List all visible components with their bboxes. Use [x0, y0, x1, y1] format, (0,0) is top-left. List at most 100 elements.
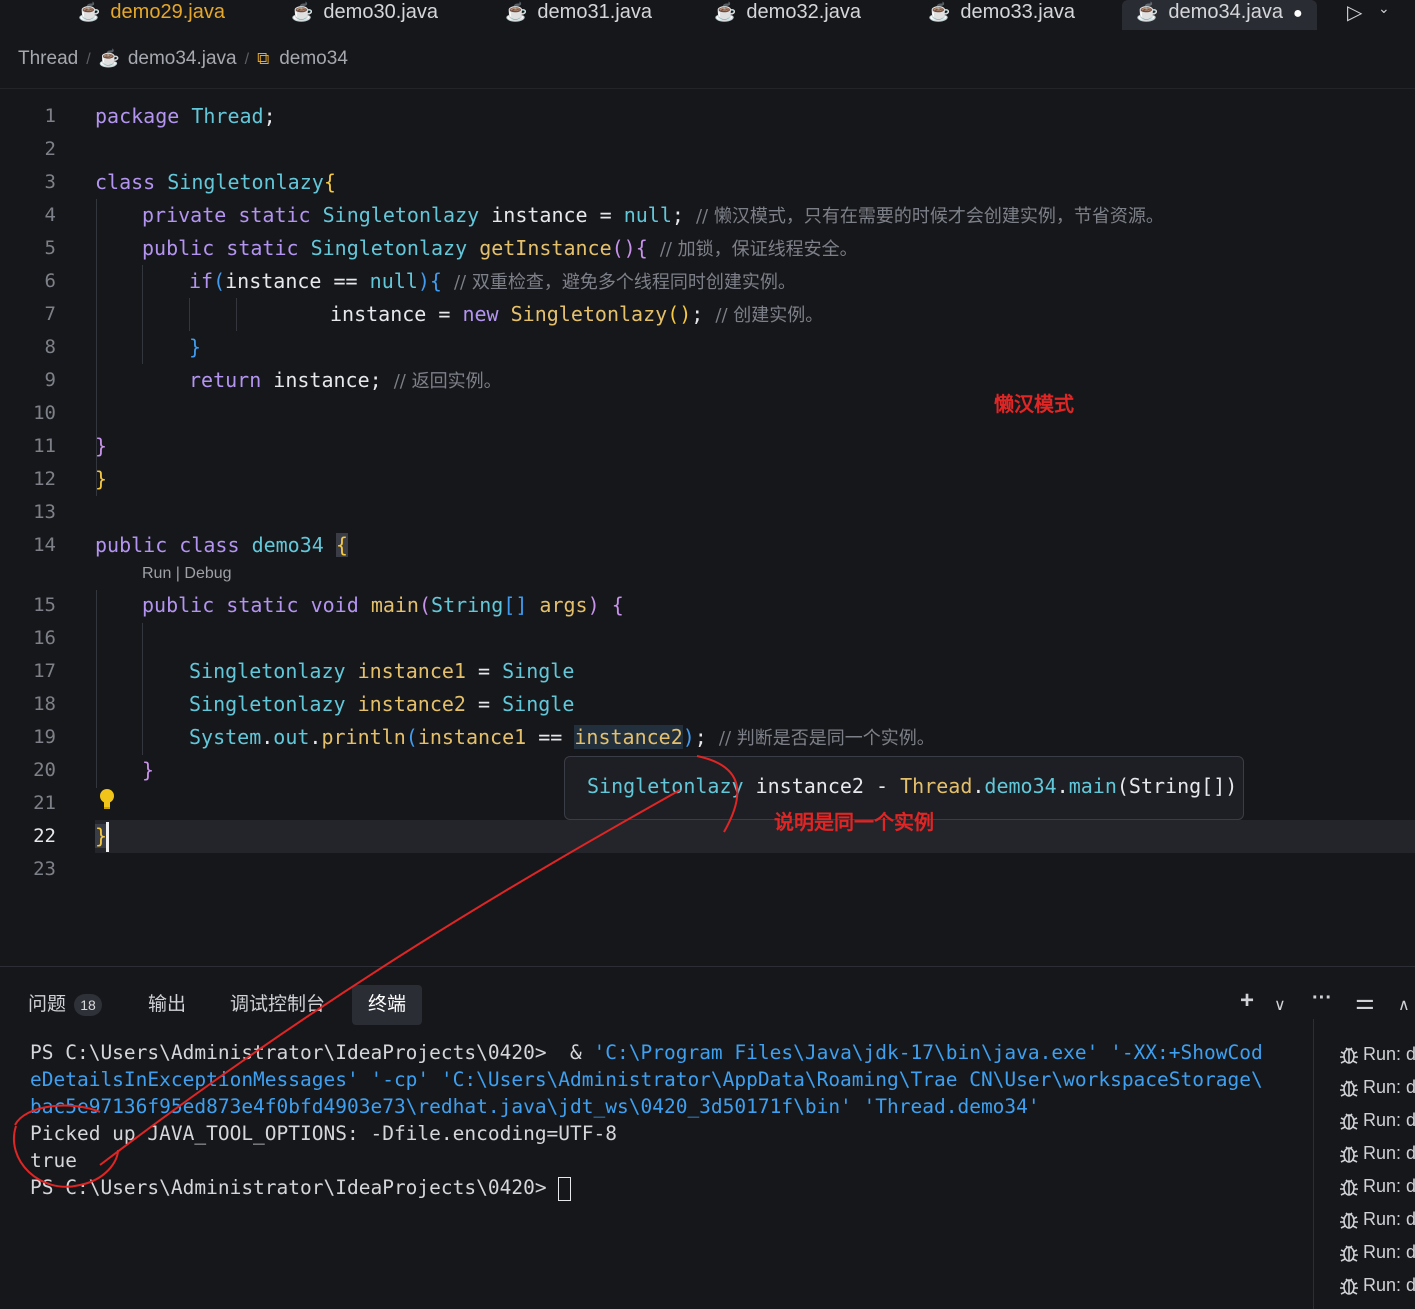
comment: // 双重检查，避免多个线程同时创建实例。 [453, 272, 796, 293]
java-file-icon: ☕ [78, 2, 101, 22]
tab-demo30[interactable]: ☕ demo30.java [291, 0, 438, 30]
brace: { [335, 533, 348, 557]
paren: ) [682, 725, 695, 749]
class-name: Singletonlazy [167, 170, 324, 194]
run-terminal-item[interactable]: Run: d [1338, 1044, 1415, 1066]
line-number: 6 [44, 270, 56, 292]
run-terminal-item[interactable]: Run: d [1338, 1077, 1415, 1099]
comment: // 判断是否是同一个实例。 [718, 728, 935, 749]
tab-problems-label: 问题 [28, 994, 67, 1015]
variable: instance1 [417, 725, 527, 749]
unsaved-dot-icon[interactable]: ● [1293, 5, 1303, 22]
tab-demo34[interactable]: ☕ demo34.java ● [1122, 0, 1317, 30]
current-line-highlight [95, 820, 1415, 853]
code-line-12: } [95, 463, 107, 496]
keyword: private [142, 203, 227, 227]
hover-type: Singletonlazy [587, 774, 744, 798]
java-file-icon: ☕ [714, 2, 737, 22]
paren: ( [418, 593, 432, 617]
hover-dot: . [972, 774, 985, 798]
breadcrumb-symbol[interactable]: demo34 [279, 48, 348, 69]
annotation-lazy-mode: 懒汉模式 [994, 394, 1074, 416]
tab-debug-console[interactable]: 调试控制台 [230, 985, 325, 1025]
run-terminal-item[interactable]: Run: d [1338, 1110, 1415, 1132]
code-line-9: return instance; // 返回实例。 [189, 364, 502, 398]
line-number: 13 [33, 501, 56, 523]
variable: instance2 [357, 692, 466, 716]
breadcrumb-folder[interactable]: Thread [18, 48, 78, 69]
line-number: 21 [33, 792, 56, 814]
code-line-17: Singletonlazy instance1 = Single [189, 655, 574, 688]
run-terminal-item[interactable]: Run: d [1338, 1209, 1415, 1231]
codelens-run-debug[interactable]: Run | Debug [142, 565, 232, 583]
java-file-icon: ☕ [505, 2, 528, 22]
tab-demo31[interactable]: ☕ demo31.java [505, 0, 652, 30]
indent-guide [236, 298, 237, 331]
line-number: 7 [44, 303, 56, 325]
chevron-down-icon[interactable]: ∨ [1274, 995, 1286, 1015]
new-terminal-icon[interactable]: + [1240, 987, 1254, 1015]
run-terminal-item[interactable]: Run: d [1338, 1275, 1415, 1297]
tab-label: demo30.java [323, 1, 438, 23]
keyword: void [310, 593, 359, 617]
breadcrumb: Thread / ☕ demo34.java / ⧉ demo34 [18, 48, 348, 74]
line-number: 12 [33, 468, 56, 490]
operator: = [478, 692, 491, 716]
tab-problems[interactable]: 问题 18 [28, 985, 103, 1025]
keyword: public [142, 593, 215, 617]
operator: == [333, 269, 358, 293]
keyword: new [462, 302, 499, 326]
tab-demo32[interactable]: ☕ demo32.java [714, 0, 861, 30]
paren: () [667, 302, 692, 326]
tab-demo33[interactable]: ☕ demo33.java [928, 0, 1075, 30]
class-symbol-icon: ⧉ [257, 49, 270, 68]
line-number: 19 [33, 726, 56, 748]
terminal-string: 'C:\Program Files\Java\jdk-17\bin\java.e… [593, 1041, 1263, 1064]
layout-icon[interactable]: ⚌ [1355, 989, 1375, 1015]
line-number: 1 [44, 105, 56, 127]
operator: = [599, 203, 612, 227]
run-terminal-item[interactable]: Run: d [1338, 1176, 1415, 1198]
tab-output[interactable]: 输出 [148, 985, 186, 1025]
run-icon[interactable]: ▷ [1347, 0, 1362, 25]
punctuation: ; [369, 368, 382, 392]
terminal-output[interactable]: PS C:\Users\Administrator\IdeaProjects\0… [30, 1039, 1300, 1201]
line-number: 11 [33, 435, 56, 457]
collapse-panel-icon[interactable]: ∧ [1398, 995, 1410, 1015]
brace: } [95, 434, 108, 458]
text-caret [106, 822, 109, 852]
brace: { [323, 170, 336, 194]
line-number: 10 [33, 402, 56, 424]
code-line-8: } [189, 331, 201, 364]
terminal-prompt: PS C:\Users\Administrator\IdeaProjects\0… [30, 1041, 594, 1064]
more-icon[interactable]: ··· [1312, 987, 1332, 1010]
divider [0, 88, 1415, 89]
breadcrumb-file[interactable]: demo34.java [128, 48, 237, 69]
code-line-6: if(instance == null){ // 双重检查，避免多个线程同时创建… [189, 265, 796, 299]
parameter: args [539, 593, 588, 617]
keyword: static [238, 203, 311, 227]
type: Singletonlazy [310, 236, 468, 260]
code-line-7: instance = new Singletonlazy(); // 创建实例。 [330, 298, 823, 332]
keyword: public [95, 533, 168, 557]
debug-bug-icon [1340, 1245, 1358, 1263]
tab-label: demo34.java [1168, 1, 1283, 23]
punctuation: ; [671, 203, 684, 227]
identifier: Thread [191, 104, 264, 128]
run-terminal-item[interactable]: Run: d [1338, 1242, 1415, 1264]
run-terminal-item[interactable]: Run: d [1338, 1143, 1415, 1165]
brace: } [142, 758, 155, 782]
keyword: public [142, 236, 215, 260]
debug-bug-icon [1340, 1179, 1358, 1197]
line-number: 14 [33, 534, 56, 556]
tab-terminal[interactable]: 终端 [352, 985, 423, 1025]
terminal-line: eDetailsInExceptionMessages' '-cp' 'C:\U… [30, 1068, 1263, 1091]
type: Single [502, 692, 575, 716]
type: Singletonlazy [189, 659, 346, 683]
code-editor[interactable]: 1 2 3 4 5 6 7 8 9 10 11 12 13 14 15 16 1… [0, 100, 1415, 960]
code-line-19: System.out.println(instance1 == instance… [189, 721, 935, 755]
tab-demo29[interactable]: ☕ demo29.java [78, 0, 225, 30]
chevron-down-icon[interactable]: ⌄ [1378, 0, 1390, 17]
lightbulb-icon[interactable] [98, 788, 116, 815]
terminal-line: Picked up JAVA_TOOL_OPTIONS: -Dfile.enco… [30, 1122, 617, 1145]
